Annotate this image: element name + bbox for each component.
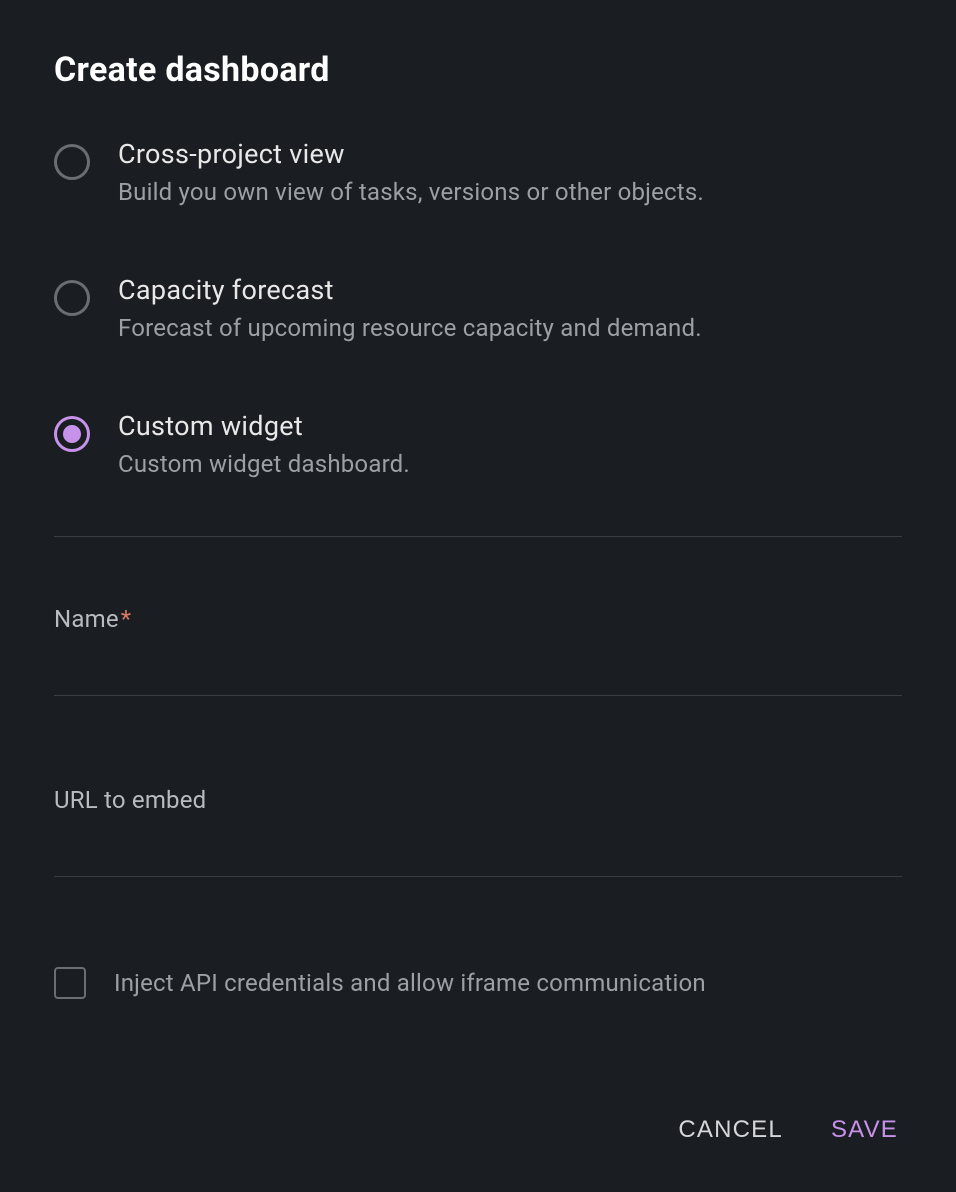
- radio-icon: [54, 280, 90, 316]
- spacer: [54, 999, 902, 1108]
- radio-text: Capacity forecast Forecast of upcoming r…: [118, 274, 702, 342]
- radio-text: Cross-project view Build you own view of…: [118, 138, 704, 206]
- radio-description: Build you own view of tasks, versions or…: [118, 178, 704, 206]
- radio-icon: [54, 144, 90, 180]
- required-indicator: *: [121, 605, 132, 633]
- radio-title: Cross-project view: [118, 138, 704, 170]
- radio-option-cross-project-view[interactable]: Cross-project view Build you own view of…: [54, 138, 902, 206]
- checkbox-icon: [54, 967, 86, 999]
- name-input[interactable]: [54, 633, 902, 696]
- cancel-button[interactable]: CANCEL: [678, 1108, 783, 1152]
- url-label-text: URL to embed: [54, 786, 206, 814]
- dialog-button-row: CANCEL SAVE: [54, 1108, 902, 1152]
- radio-icon-selected: [54, 416, 90, 452]
- url-label: URL to embed: [54, 786, 902, 814]
- save-button[interactable]: SAVE: [831, 1108, 898, 1152]
- name-label: Name *: [54, 605, 902, 633]
- radio-option-custom-widget[interactable]: Custom widget Custom widget dashboard.: [54, 410, 902, 478]
- url-field-group: URL to embed: [54, 786, 902, 877]
- dialog-title: Create dashboard: [54, 50, 902, 90]
- radio-description: Forecast of upcoming resource capacity a…: [118, 314, 702, 342]
- radio-option-capacity-forecast[interactable]: Capacity forecast Forecast of upcoming r…: [54, 274, 902, 342]
- radio-description: Custom widget dashboard.: [118, 450, 410, 478]
- radio-title: Capacity forecast: [118, 274, 702, 306]
- radio-title: Custom widget: [118, 410, 410, 442]
- inject-credentials-checkbox-row[interactable]: Inject API credentials and allow iframe …: [54, 967, 902, 999]
- divider: [54, 536, 902, 537]
- url-input[interactable]: [54, 814, 902, 877]
- checkbox-label: Inject API credentials and allow iframe …: [114, 969, 706, 997]
- create-dashboard-dialog: Create dashboard Cross-project view Buil…: [0, 0, 956, 1192]
- dashboard-type-radio-group: Cross-project view Build you own view of…: [54, 138, 902, 478]
- name-field-group: Name *: [54, 605, 902, 696]
- name-label-text: Name: [54, 605, 119, 633]
- radio-text: Custom widget Custom widget dashboard.: [118, 410, 410, 478]
- radio-inner-dot: [63, 425, 81, 443]
